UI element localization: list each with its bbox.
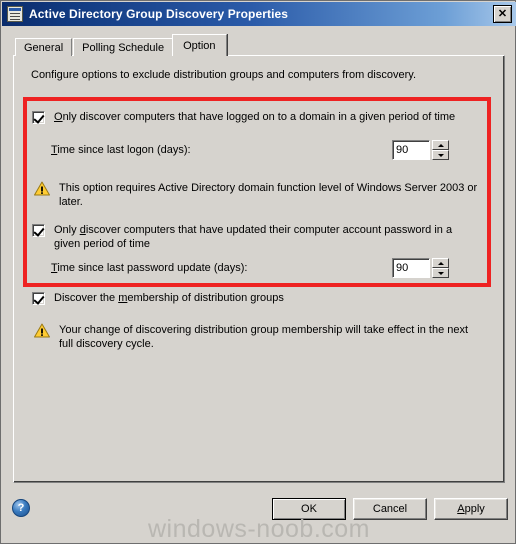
label-text: iscover computers that have updated thei…	[54, 224, 453, 250]
spinner-buttons-last-password-update[interactable]	[432, 258, 449, 278]
checkbox-label-logged-on: Only discover computers that have logged…	[54, 110, 455, 124]
spinner-down-icon[interactable]	[432, 150, 449, 160]
label-time-since-last-password-update: Time since last password update (days):	[51, 262, 247, 274]
spinner-buttons-last-logon[interactable]	[432, 140, 449, 160]
tab-general[interactable]: General	[15, 38, 73, 56]
properties-window-icon	[7, 6, 23, 22]
accel-char: A	[457, 503, 465, 515]
title-bar: Active Directory Group Discovery Propert…	[2, 2, 516, 26]
label-text: nly discover computers that have logged …	[62, 111, 456, 123]
window-title: Active Directory Group Discovery Propert…	[29, 7, 289, 21]
spin-row-last-password-update: Time since last password update (days): …	[51, 258, 449, 278]
checkbox-row-password-update[interactable]: Only discover computers that have update…	[32, 223, 470, 251]
spin-row-last-logon: Time since last logon (days): 90	[51, 140, 449, 160]
label-text: ime since last password update (days):	[57, 262, 248, 274]
accel-char: m	[118, 292, 128, 304]
checkbox-discover-membership[interactable]	[32, 292, 45, 305]
close-icon[interactable]: ✕	[493, 5, 512, 23]
warning-row-domain-function-level: This option requires Active Directory do…	[34, 181, 484, 209]
spinner-down-icon[interactable]	[432, 268, 449, 278]
watermark: windows-noob.com	[148, 515, 370, 543]
warning-triangle-icon	[34, 323, 50, 338]
checkbox-only-discover-logged-on[interactable]	[32, 111, 45, 124]
label-text: ime since last logon (days):	[57, 144, 191, 156]
label-text-pre: Discover the	[54, 292, 119, 304]
spinner-up-icon[interactable]	[432, 140, 449, 150]
warning-triangle-icon	[34, 181, 50, 196]
properties-dialog: Active Directory Group Discovery Propert…	[0, 0, 516, 544]
checkbox-row-membership[interactable]: Discover the membership of distribution …	[32, 291, 472, 305]
intro-description: Configure options to exclude distributio…	[31, 69, 416, 81]
tab-option[interactable]: Option	[172, 34, 227, 56]
spinner-last-logon[interactable]: 90	[392, 140, 449, 160]
checkbox-label-membership: Discover the membership of distribution …	[54, 291, 284, 305]
checkbox-row-logon[interactable]: Only discover computers that have logged…	[32, 110, 472, 124]
warning-row-discovery-cycle: Your change of discovering distribution …	[34, 323, 484, 351]
warning-text-discovery-cycle: Your change of discovering distribution …	[59, 324, 469, 350]
input-last-logon-days[interactable]: 90	[392, 140, 430, 160]
input-last-password-update-days[interactable]: 90	[392, 258, 430, 278]
tab-polling-schedule[interactable]: Polling Schedule	[73, 38, 174, 56]
spinner-up-icon[interactable]	[432, 258, 449, 268]
tab-strip: General Polling Schedule Option	[15, 34, 227, 56]
label-text: pply	[464, 503, 485, 515]
label-text-pre: Only	[54, 224, 80, 236]
spinner-last-password-update[interactable]: 90	[392, 258, 449, 278]
checkbox-label-password-updated: Only discover computers that have update…	[54, 223, 470, 251]
checkbox-only-discover-password-updated[interactable]	[32, 224, 45, 237]
warning-text-domain-function-level: This option requires Active Directory do…	[59, 182, 478, 208]
label-time-since-last-logon: Time since last logon (days):	[51, 144, 191, 156]
label-text: embership of distribution groups	[127, 292, 284, 304]
accel-char: O	[54, 111, 63, 123]
